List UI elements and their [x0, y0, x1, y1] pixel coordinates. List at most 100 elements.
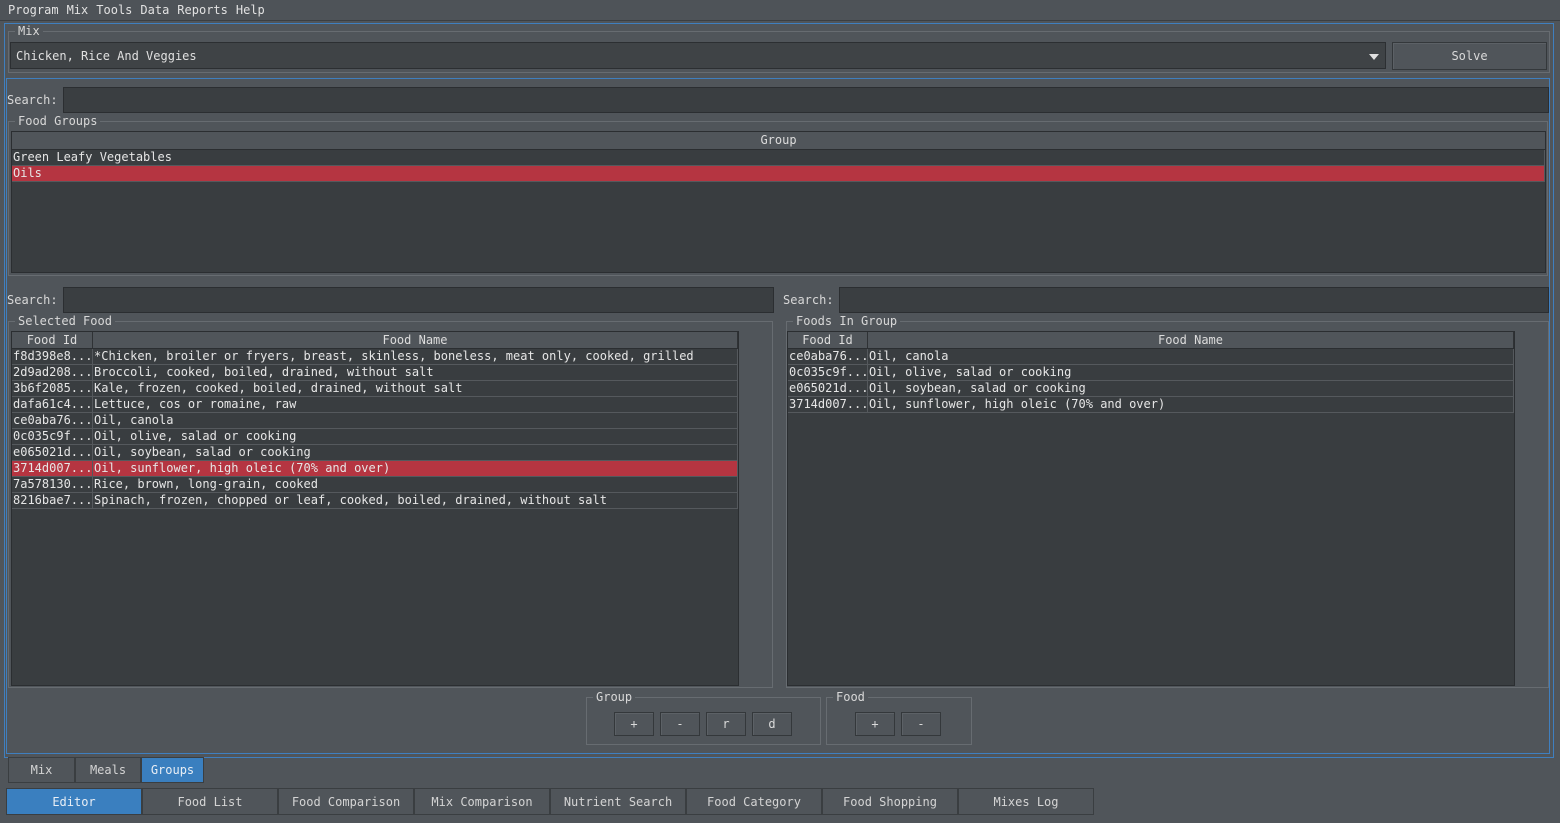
- groups-search-input[interactable]: [63, 87, 1549, 113]
- table-row[interactable]: e065021d... Oil, soybean, salad or cookin…: [12, 445, 738, 461]
- tab-food-list[interactable]: Food List: [142, 788, 278, 815]
- food-groups-title: Food Groups: [15, 114, 101, 128]
- food-actions-title: Food: [833, 690, 868, 704]
- tab-meals[interactable]: Meals: [75, 757, 141, 783]
- food-groups-header: Group: [12, 132, 1545, 150]
- table-row[interactable]: 3714d007... Oil, sunflower, high oleic (7…: [788, 397, 1514, 413]
- food-name-cell: Lettuce, cos or romaine, raw: [93, 397, 738, 412]
- food-name-cell: Oil, olive, salad or cooking: [93, 429, 738, 444]
- food-id-cell: 2d9ad208...: [13, 365, 93, 380]
- food-name-cell: Spinach, frozen, chopped or leaf, cooked…: [93, 493, 738, 508]
- menu-reports[interactable]: Reports: [173, 3, 232, 17]
- add-food-button[interactable]: +: [855, 712, 895, 736]
- foods-in-group-table: Food Id Food Name ce0aba76... Oil, canola…: [787, 331, 1515, 686]
- delete-group-button[interactable]: d: [752, 712, 792, 736]
- mix-groupbox-title: Mix: [15, 24, 43, 38]
- table-row[interactable]: dafa61c4... Lettuce, cos or romaine, raw: [12, 397, 738, 413]
- food-id-cell: 7a578130...: [13, 477, 93, 492]
- food-name-cell: Oil, canola: [868, 349, 1514, 364]
- tab-mixes-log[interactable]: Mixes Log: [958, 788, 1094, 815]
- food-name-cell: Broccoli, cooked, boiled, drained, witho…: [93, 365, 738, 380]
- food-id-cell: 3714d007...: [13, 461, 93, 476]
- food-groups-table: Group Green Leafy Vegetables Oils: [11, 131, 1546, 273]
- table-row[interactable]: f8d398e8... *Chicken, broiler or fryers, …: [12, 349, 738, 365]
- table-row[interactable]: 0c035c9f... Oil, olive, salad or cooking: [788, 365, 1514, 381]
- outer-tab-bar: Editor Food List Food Comparison Mix Com…: [6, 788, 1094, 815]
- table-row[interactable]: 3714d007... Oil, sunflower, high oleic (7…: [12, 461, 738, 477]
- food-name-cell: *Chicken, broiler or fryers, breast, ski…: [93, 349, 738, 364]
- table-row[interactable]: Green Leafy Vegetables: [12, 150, 1545, 166]
- table-row[interactable]: ce0aba76... Oil, canola: [12, 413, 738, 429]
- table-row[interactable]: ce0aba76... Oil, canola: [788, 349, 1514, 365]
- food-actions-groupbox: Food: [826, 690, 972, 745]
- table-row[interactable]: Oils: [12, 166, 1545, 182]
- food-id-cell: ce0aba76...: [789, 349, 868, 364]
- food-id-cell: e065021d...: [789, 381, 868, 396]
- tab-food-category[interactable]: Food Category: [686, 788, 822, 815]
- column-header-food-id[interactable]: Food Id: [788, 332, 868, 348]
- remove-food-button[interactable]: -: [901, 712, 941, 736]
- mix-select[interactable]: Chicken, Rice And Veggies: [10, 42, 1386, 69]
- column-header-food-name[interactable]: Food Name: [93, 332, 738, 348]
- tab-food-shopping[interactable]: Food Shopping: [822, 788, 958, 815]
- remove-group-button[interactable]: -: [660, 712, 700, 736]
- tab-editor[interactable]: Editor: [6, 788, 142, 815]
- food-name-cell: Oil, olive, salad or cooking: [868, 365, 1514, 380]
- food-id-cell: dafa61c4...: [13, 397, 93, 412]
- tab-nutrient-search[interactable]: Nutrient Search: [550, 788, 686, 815]
- menu-data[interactable]: Data: [136, 3, 173, 17]
- foods-in-group-header: Food Id Food Name: [788, 332, 1514, 349]
- foods-in-group-search-input[interactable]: [839, 287, 1549, 313]
- table-row[interactable]: 3b6f2085... Kale, frozen, cooked, boiled,…: [12, 381, 738, 397]
- group-name-cell: Green Leafy Vegetables: [12, 150, 1545, 165]
- selected-food-title: Selected Food: [15, 314, 115, 328]
- food-name-cell: Oil, sunflower, high oleic (70% and over…: [868, 397, 1514, 412]
- food-id-cell: ce0aba76...: [13, 413, 93, 428]
- add-group-button[interactable]: +: [614, 712, 654, 736]
- menu-tools[interactable]: Tools: [92, 3, 136, 17]
- tab-mix-comparison[interactable]: Mix Comparison: [414, 788, 550, 815]
- menu-program[interactable]: Program: [4, 3, 63, 17]
- column-header-food-name[interactable]: Food Name: [868, 332, 1514, 348]
- selected-food-table: Food Id Food Name f8d398e8... *Chicken, b…: [11, 331, 739, 686]
- column-header-group[interactable]: Group: [12, 132, 1545, 149]
- tab-groups[interactable]: Groups: [141, 757, 204, 783]
- group-actions-title: Group: [593, 690, 636, 704]
- tab-mix[interactable]: Mix: [8, 757, 75, 783]
- chevron-down-icon[interactable]: [1369, 54, 1379, 60]
- selected-food-search-label: Search:: [7, 293, 58, 307]
- solve-button[interactable]: Solve: [1392, 42, 1547, 70]
- rename-group-button[interactable]: r: [706, 712, 746, 736]
- group-name-cell: Oils: [12, 166, 1545, 181]
- food-name-cell: Oil, sunflower, high oleic (70% and over…: [93, 461, 738, 476]
- tab-food-comparison[interactable]: Food Comparison: [278, 788, 414, 815]
- table-row[interactable]: 2d9ad208... Broccoli, cooked, boiled, dra…: [12, 365, 738, 381]
- food-name-cell: Oil, soybean, salad or cooking: [93, 445, 738, 460]
- table-row[interactable]: 8216bae7... Spinach, frozen, chopped or l…: [12, 493, 738, 509]
- selected-food-search-input[interactable]: [63, 287, 774, 313]
- food-name-cell: Rice, brown, long-grain, cooked: [93, 477, 738, 492]
- food-name-cell: Kale, frozen, cooked, boiled, drained, w…: [93, 381, 738, 396]
- menu-bar: Program Mix Tools Data Reports Help: [0, 0, 1560, 21]
- food-id-cell: 3b6f2085...: [13, 381, 93, 396]
- selected-food-header: Food Id Food Name: [12, 332, 738, 349]
- foods-in-group-search-label: Search:: [783, 293, 834, 307]
- food-id-cell: 0c035c9f...: [13, 429, 93, 444]
- foods-in-group-title: Foods In Group: [793, 314, 901, 328]
- inner-tab-bar: Mix Meals Groups: [8, 757, 204, 783]
- table-row[interactable]: 0c035c9f... Oil, olive, salad or cooking: [12, 429, 738, 445]
- groups-search-label: Search:: [7, 93, 58, 107]
- menu-help[interactable]: Help: [232, 3, 269, 17]
- food-id-cell: 0c035c9f...: [789, 365, 868, 380]
- column-header-food-id[interactable]: Food Id: [12, 332, 93, 348]
- mix-select-value: Chicken, Rice And Veggies: [16, 48, 197, 63]
- food-name-cell: Oil, soybean, salad or cooking: [868, 381, 1514, 396]
- food-id-cell: e065021d...: [13, 445, 93, 460]
- menu-mix[interactable]: Mix: [63, 3, 93, 17]
- table-row[interactable]: 7a578130... Rice, brown, long-grain, cook…: [12, 477, 738, 493]
- table-row[interactable]: e065021d... Oil, soybean, salad or cookin…: [788, 381, 1514, 397]
- food-id-cell: 3714d007...: [789, 397, 868, 412]
- food-id-cell: 8216bae7...: [13, 493, 93, 508]
- solve-button-label: Solve: [1451, 49, 1488, 63]
- food-name-cell: Oil, canola: [93, 413, 738, 428]
